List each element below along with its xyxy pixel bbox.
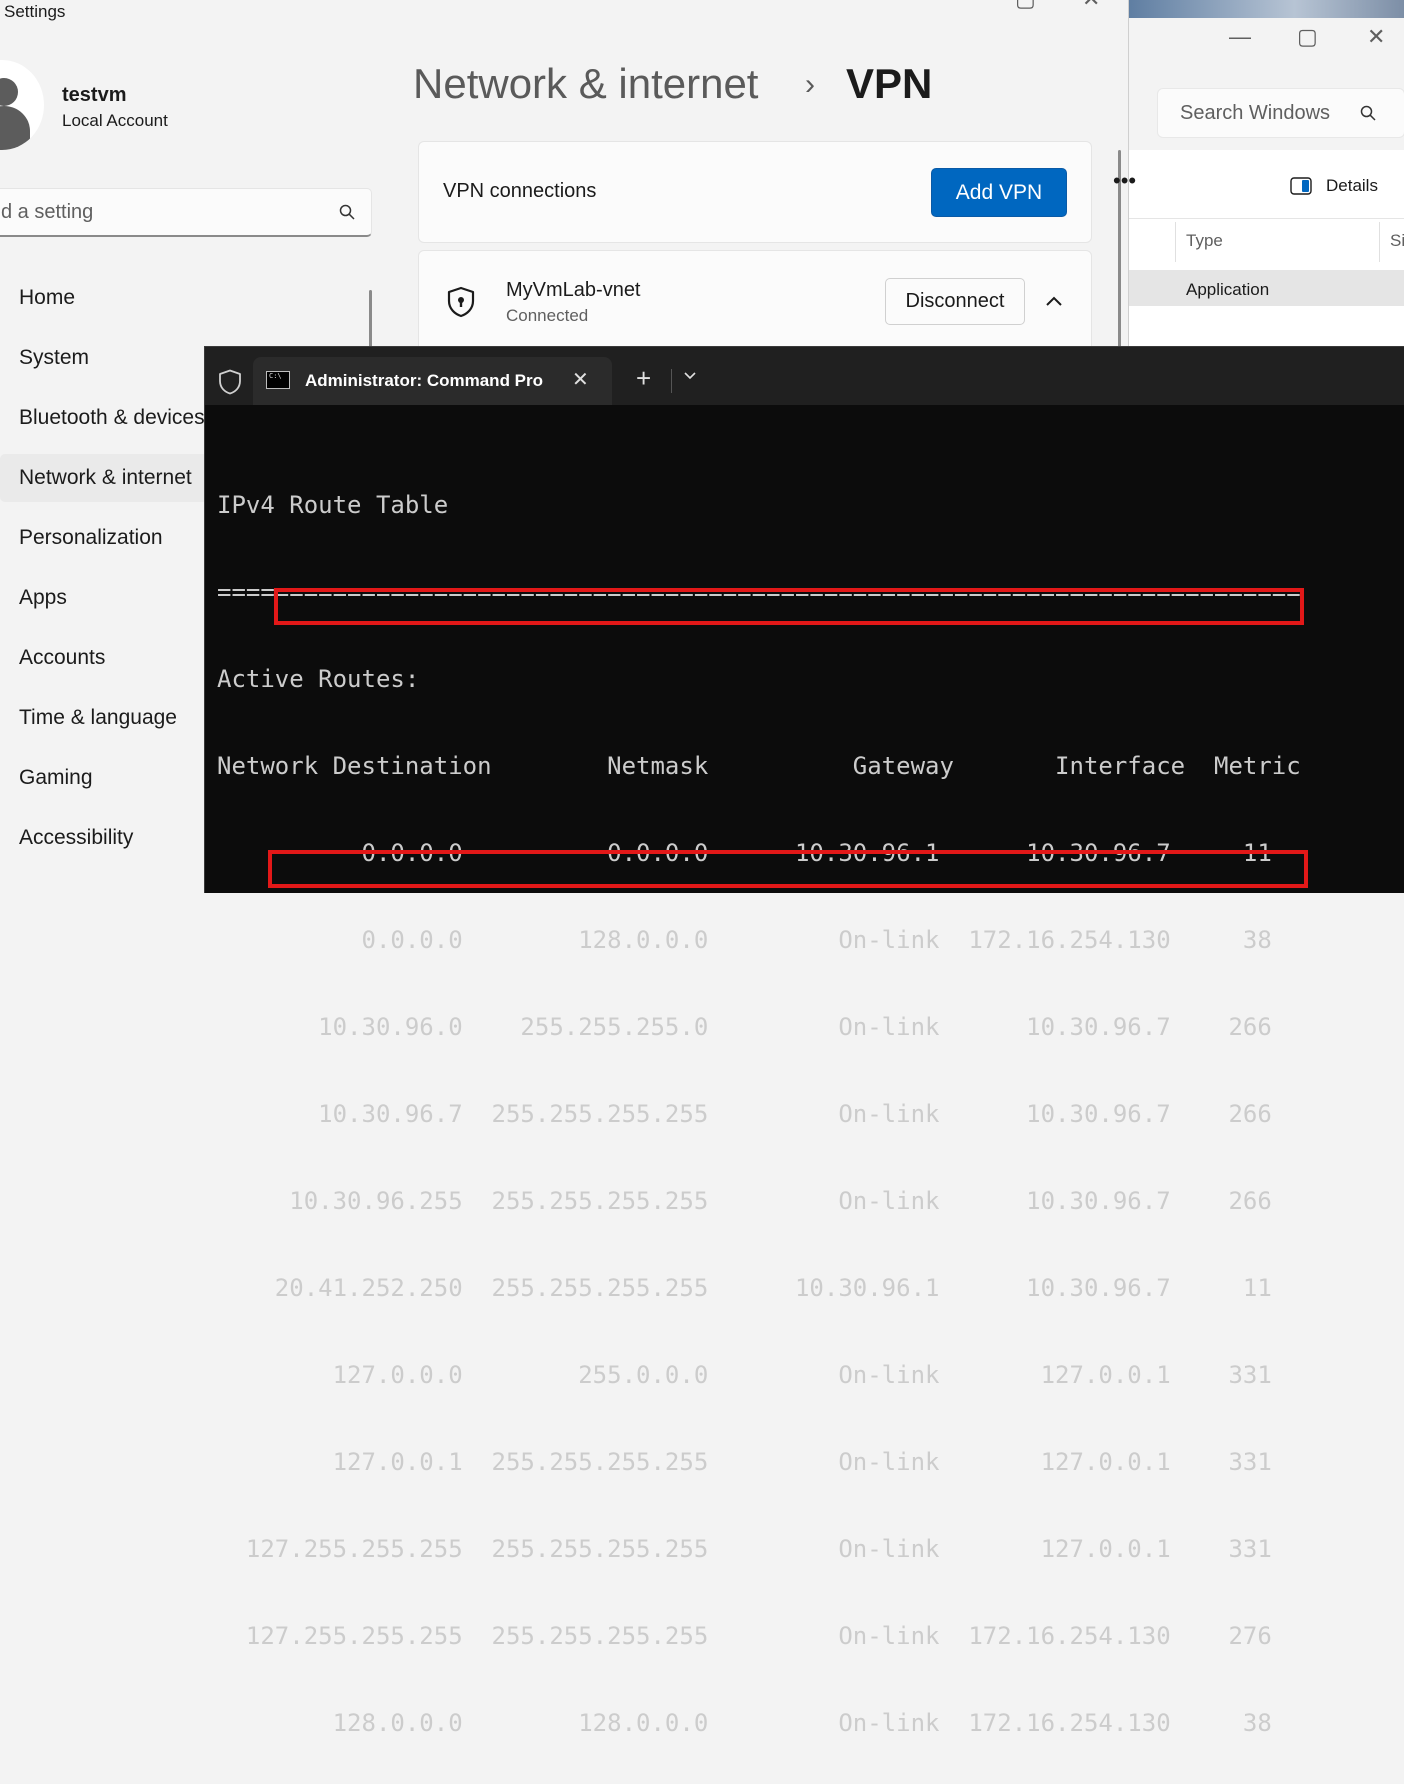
tab-title: Administrator: Command Pro [305, 371, 544, 390]
search-icon [1360, 105, 1376, 121]
details-button[interactable]: Details [1326, 176, 1378, 196]
sidebar-item-apps[interactable]: Apps [0, 574, 208, 622]
tab-divider [671, 369, 672, 393]
sidebar-item-network[interactable]: Network & internet [0, 454, 208, 502]
user-name: testvm [62, 84, 127, 106]
highlight-box-route-0-0-0-0 [274, 588, 1304, 625]
terminal-line: 10.30.96.7 255.255.255.255 On-link 10.30… [217, 1100, 1272, 1128]
disconnect-button[interactable]: Disconnect [885, 278, 1025, 325]
explorer-search-input[interactable]: Search Windows [1157, 88, 1404, 138]
sidebar-scrollbar[interactable] [369, 290, 372, 350]
sidebar-item-gaming[interactable]: Gaming [0, 754, 208, 802]
add-vpn-button[interactable]: Add VPN [931, 168, 1067, 217]
sidebar-item-accessibility[interactable]: Accessibility [0, 814, 208, 862]
sidebar-item-home[interactable]: Home [0, 274, 208, 322]
close-icon[interactable]: ✕ [1367, 24, 1385, 50]
terminal-output[interactable]: IPv4 Route Table =======================… [217, 433, 1397, 1784]
new-tab-icon[interactable]: + [636, 363, 651, 394]
more-options-icon[interactable]: ••• [1113, 168, 1136, 194]
chevron-up-icon[interactable] [1045, 295, 1063, 307]
terminal-line: 127.255.255.255 255.255.255.255 On-link … [217, 1622, 1272, 1650]
minimize-icon[interactable]: — [1229, 24, 1251, 50]
highlight-box-route-128-0-0-0 [268, 850, 1308, 888]
sidebar-item-time-language[interactable]: Time & language [0, 694, 208, 742]
avatar[interactable] [0, 60, 44, 150]
terminal-line: 10.30.96.255 255.255.255.255 On-link 10.… [217, 1187, 1272, 1215]
breadcrumb-parent[interactable]: Network & internet [413, 60, 758, 108]
chevron-down-icon[interactable] [683, 369, 697, 383]
explorer-search-placeholder: Search Windows [1180, 102, 1331, 124]
terminal-window: Administrator: Command Pro ✕ + IPv4 Rout… [204, 346, 1404, 1737]
terminal-line: 20.41.252.250 255.255.255.255 10.30.96.1… [217, 1274, 1272, 1302]
sidebar-item-accounts[interactable]: Accounts [0, 634, 208, 682]
window-title: Settings [4, 2, 66, 21]
sidebar-item-personalization[interactable]: Personalization [0, 514, 208, 562]
admin-shield-icon [219, 369, 241, 395]
terminal-line: 0.0.0.0 128.0.0.0 On-link 172.16.254.130… [217, 926, 1272, 954]
file-explorer-window: — ▢ ✕ Search Windows ••• Details Type Si… [1113, 0, 1404, 350]
close-icon[interactable]: ✕ [1082, 0, 1100, 12]
terminal-line: IPv4 Route Table [217, 491, 449, 519]
sidebar-item-bluetooth[interactable]: Bluetooth & devices [0, 394, 208, 442]
column-divider[interactable] [1379, 222, 1380, 262]
terminal-line: Network Destination Netmask Gateway Inte… [217, 752, 1301, 780]
search-placeholder: d a setting [1, 201, 94, 223]
terminal-line: 127.255.255.255 255.255.255.255 On-link … [217, 1535, 1272, 1563]
column-header-type[interactable]: Type [1186, 231, 1223, 251]
terminal-line: 127.0.0.0 255.0.0.0 On-link 127.0.0.1 33… [217, 1361, 1272, 1389]
account-type: Local Account [62, 111, 168, 130]
details-pane-icon[interactable] [1290, 177, 1312, 195]
maximize-icon[interactable]: ▢ [1015, 0, 1036, 12]
connection-name: MyVmLab-vnet [506, 279, 641, 301]
column-divider[interactable] [1175, 222, 1176, 262]
connection-status: Connected [506, 306, 589, 325]
search-icon [339, 204, 355, 220]
shield-icon [447, 286, 475, 318]
terminal-line: 128.0.0.0 128.0.0.0 On-link 172.16.254.1… [217, 1709, 1272, 1737]
terminal-line: 127.0.0.1 255.255.255.255 On-link 127.0.… [217, 1448, 1272, 1476]
desktop-wallpaper-strip [1129, 0, 1404, 18]
column-header-size[interactable]: Si [1390, 231, 1404, 251]
terminal-line: 10.30.96.0 255.255.255.0 On-link 10.30.9… [217, 1013, 1272, 1041]
sidebar-item-system[interactable]: System [0, 334, 208, 382]
terminal-line: Active Routes: [217, 665, 420, 693]
page-title: VPN [846, 60, 933, 107]
settings-search-input[interactable]: d a setting [0, 188, 372, 237]
maximize-icon[interactable]: ▢ [1297, 24, 1318, 50]
file-row-type: Application [1186, 280, 1270, 299]
command-prompt-icon [266, 371, 290, 389]
vpn-connections-label: VPN connections [443, 180, 597, 202]
breadcrumb-separator: › [805, 68, 815, 101]
tab-close-icon[interactable]: ✕ [572, 367, 589, 392]
